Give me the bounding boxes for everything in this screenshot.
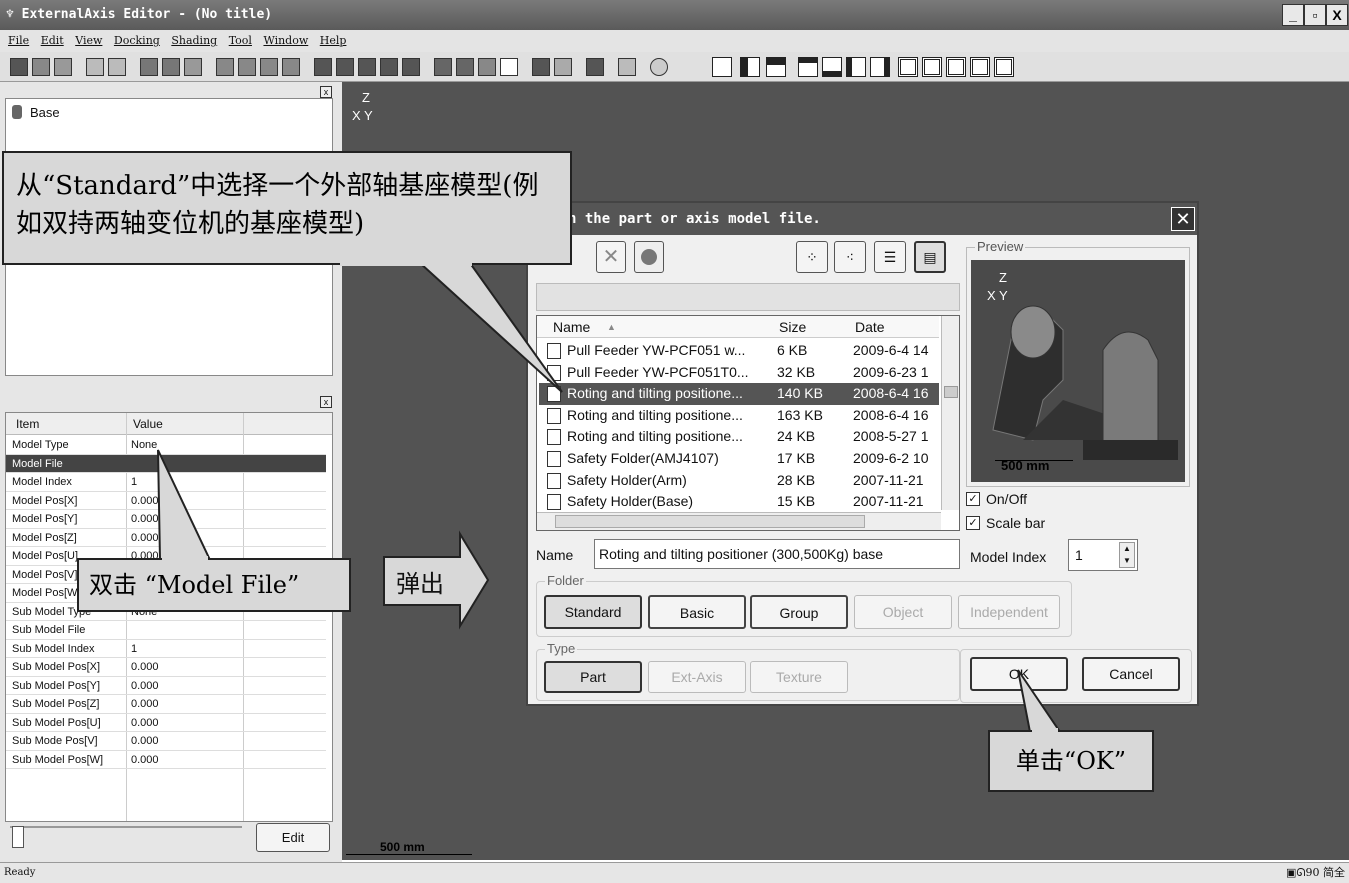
status-ime: ▣ᘏ90 简全 [1285,866,1345,879]
status-bar: Ready ▣ᘏ90 简全 [0,862,1349,883]
callout-click-ok: 单击“OK” [988,730,1154,792]
callout-popup: 弹出 [396,570,444,598]
callout-double-click: 双击 “Model File” [77,558,351,612]
status-text: Ready [4,867,36,878]
callout-select-standard: 从“Standard”中选择一个外部轴基座模型(例如双持两轴变位机的基座模型) [2,151,572,265]
